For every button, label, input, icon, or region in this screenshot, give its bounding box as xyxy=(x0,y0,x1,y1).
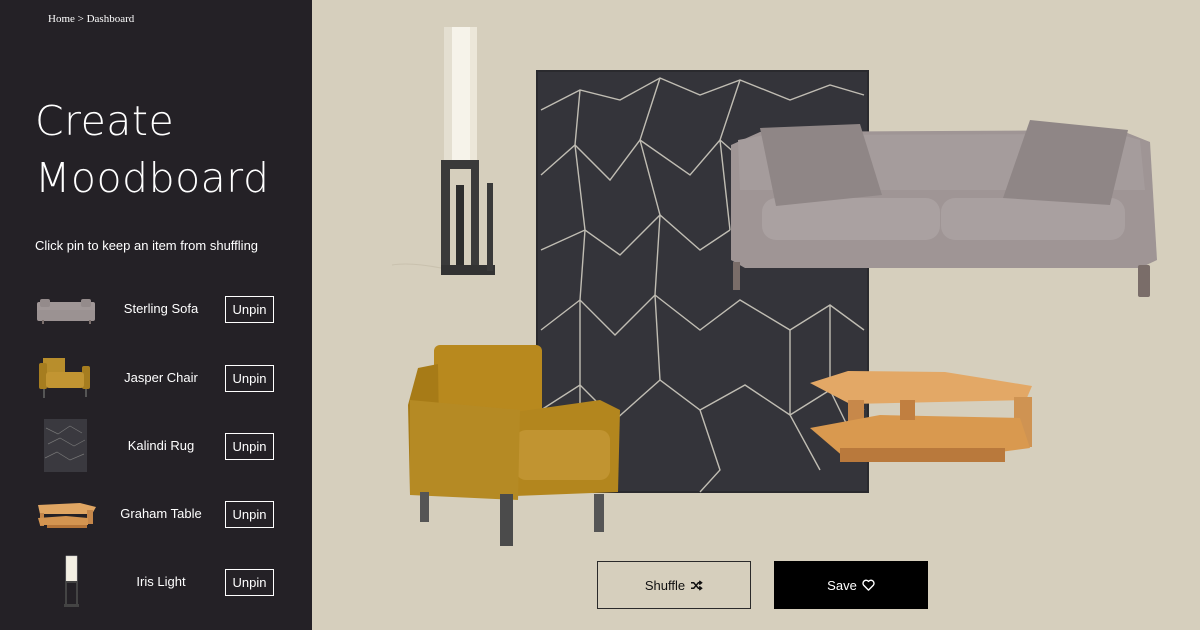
rug-thumbnail xyxy=(30,419,102,472)
unpin-button-jasper-chair[interactable]: Unpin xyxy=(225,365,274,392)
save-label: Save xyxy=(827,577,857,593)
moodboard-board xyxy=(391,27,1157,546)
instructions-text: Click pin to keep an item from shuffling xyxy=(35,238,259,253)
pinned-item-sterling-sofa: Sterling Sofa Unpin xyxy=(30,289,278,329)
pinned-item-iris-light: Iris Light Unpin xyxy=(30,555,278,607)
breadcrumb-current[interactable]: Dashboard xyxy=(87,13,135,25)
floor-lamp-image[interactable] xyxy=(391,27,495,275)
heart-outline-icon xyxy=(862,579,875,591)
unpin-button-kalindi-rug[interactable]: Unpin xyxy=(225,433,274,460)
unpin-button-iris-light[interactable]: Unpin xyxy=(225,569,274,596)
pinned-item-name: Sterling Sofa xyxy=(123,301,199,316)
table-thumbnail xyxy=(30,494,102,534)
breadcrumb-home-link[interactable]: Home xyxy=(48,13,75,25)
pinned-item-name: Kalindi Rug xyxy=(127,438,195,453)
pinned-item-name: Graham Table xyxy=(120,506,202,521)
lamp-thumbnail xyxy=(30,555,102,607)
pinned-item-name: Jasper Chair xyxy=(124,370,198,385)
shuffle-label: Shuffle xyxy=(644,577,686,593)
sidebar: Home > Dashboard Create Moodboard Click … xyxy=(0,0,312,630)
breadcrumb: Home > Dashboard xyxy=(48,13,134,25)
page-title-line-1: Create xyxy=(35,97,175,145)
breadcrumb-separator: > xyxy=(77,13,84,25)
unpin-button-graham-table[interactable]: Unpin xyxy=(225,501,274,528)
moodboard-canvas: Shuffle Save xyxy=(312,0,1200,630)
page-title-line-2: Moodboard xyxy=(35,154,270,202)
pinned-item-name: Iris Light xyxy=(136,574,186,589)
chair-thumbnail xyxy=(30,352,102,399)
shuffle-icon xyxy=(691,579,703,591)
sofa-thumbnail xyxy=(30,289,102,329)
pinned-item-jasper-chair: Jasper Chair Unpin xyxy=(30,352,278,399)
pinned-item-graham-table: Graham Table Unpin xyxy=(30,494,278,534)
pinned-item-kalindi-rug: Kalindi Rug Unpin xyxy=(30,419,278,472)
unpin-button-sterling-sofa[interactable]: Unpin xyxy=(225,296,274,323)
page-title: Create Moodboard xyxy=(35,93,269,207)
shuffle-button[interactable]: Shuffle xyxy=(597,561,751,609)
save-button[interactable]: Save xyxy=(774,561,928,609)
